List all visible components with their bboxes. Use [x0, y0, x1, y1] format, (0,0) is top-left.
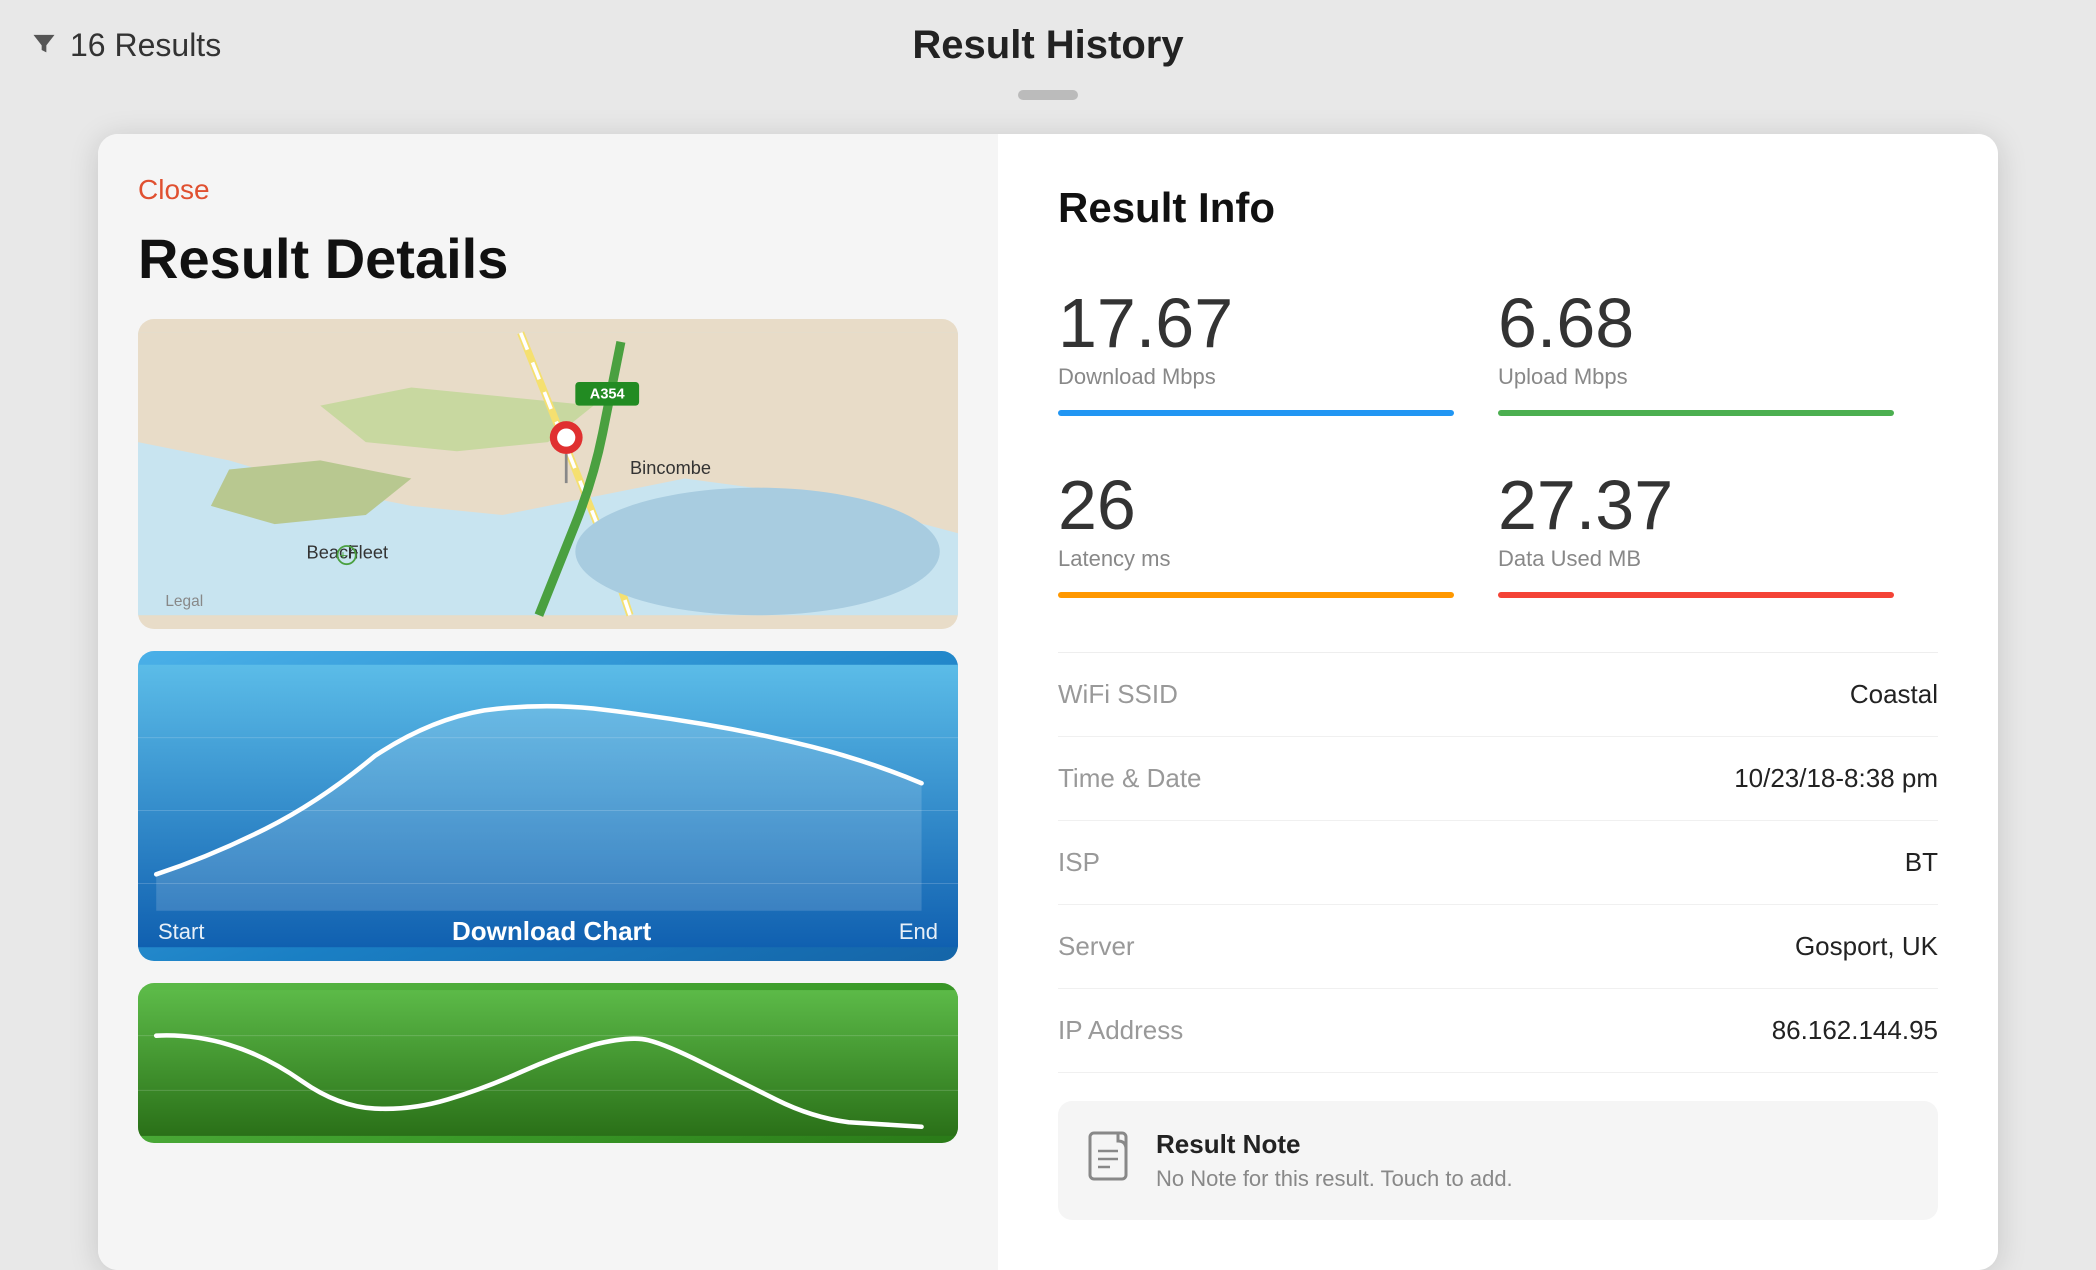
latency-value: 26 [1058, 470, 1498, 540]
data-value: 27.37 [1498, 470, 1938, 540]
result-details-title: Result Details [138, 226, 958, 291]
right-panel: Result Info 17.67 Download Mbps 6.68 Upl… [998, 134, 1998, 1270]
chart-start-label: Start [158, 919, 204, 945]
upload-stat: 6.68 Upload Mbps [1498, 268, 1938, 440]
svg-text:Legal: Legal [165, 593, 203, 610]
wifi-ssid-value: Coastal [1850, 679, 1938, 710]
stats-grid: 17.67 Download Mbps 6.68 Upload Mbps 26 … [1058, 268, 1938, 622]
ip-address-value: 86.162.144.95 [1772, 1015, 1938, 1046]
svg-text:+: + [339, 548, 346, 563]
svg-text:Beach: Beach [307, 543, 359, 563]
scroll-indicator [1018, 90, 1078, 100]
server-label: Server [1058, 931, 1135, 962]
left-panel: Close Result Details A354 [98, 134, 998, 1270]
time-date-value: 10/23/18-8:38 pm [1734, 763, 1938, 794]
filter-icon [30, 29, 58, 62]
ip-address-row: IP Address 86.162.144.95 [1058, 989, 1938, 1073]
top-bar: 16 Results Result History [0, 0, 2096, 90]
time-date-label: Time & Date [1058, 763, 1202, 794]
ip-address-label: IP Address [1058, 1015, 1183, 1046]
download-stat: 17.67 Download Mbps [1058, 268, 1498, 440]
chart-end-label: End [899, 919, 938, 945]
isp-value: BT [1905, 847, 1938, 878]
server-row: Server Gosport, UK [1058, 905, 1938, 989]
note-icon [1088, 1131, 1132, 1190]
data-bar [1498, 592, 1894, 598]
close-button[interactable]: Close [138, 174, 958, 206]
main-panel: Close Result Details A354 [98, 134, 1998, 1270]
time-date-row: Time & Date 10/23/18-8:38 pm [1058, 737, 1938, 821]
upload-chart-container [138, 983, 958, 1143]
result-info-title: Result Info [1058, 184, 1938, 232]
info-rows: WiFi SSID Coastal Time & Date 10/23/18-8… [1058, 652, 1938, 1073]
latency-stat: 26 Latency ms [1058, 440, 1498, 622]
download-chart-container: Start Download Chart End [138, 651, 958, 961]
upload-value: 6.68 [1498, 288, 1938, 358]
upload-bar [1498, 410, 1894, 416]
isp-row: ISP BT [1058, 821, 1938, 905]
isp-label: ISP [1058, 847, 1100, 878]
data-label: Data Used MB [1498, 546, 1938, 572]
chart-label-row: Start Download Chart End [158, 916, 938, 947]
latency-bar [1058, 592, 1454, 598]
svg-text:A354: A354 [590, 386, 626, 402]
results-count: 16 Results [70, 27, 221, 64]
latency-label: Latency ms [1058, 546, 1498, 572]
svg-text:Bincombe: Bincombe [630, 458, 711, 478]
download-label: Download Mbps [1058, 364, 1498, 390]
download-value: 17.67 [1058, 288, 1498, 358]
note-title: Result Note [1156, 1129, 1513, 1160]
note-subtitle: No Note for this result. Touch to add. [1156, 1166, 1513, 1192]
filter-area: 16 Results [30, 27, 221, 64]
wifi-ssid-label: WiFi SSID [1058, 679, 1178, 710]
server-value: Gosport, UK [1795, 931, 1938, 962]
upload-label: Upload Mbps [1498, 364, 1938, 390]
result-note-box[interactable]: Result Note No Note for this result. Tou… [1058, 1101, 1938, 1220]
download-bar [1058, 410, 1454, 416]
wifi-ssid-row: WiFi SSID Coastal [1058, 653, 1938, 737]
chart-title-label: Download Chart [452, 916, 651, 947]
page-title: Result History [912, 23, 1183, 68]
map-container: A354 Bincombe Fleet · Beach + Legal [138, 319, 958, 629]
note-content: Result Note No Note for this result. Tou… [1156, 1129, 1513, 1192]
data-stat: 27.37 Data Used MB [1498, 440, 1938, 622]
